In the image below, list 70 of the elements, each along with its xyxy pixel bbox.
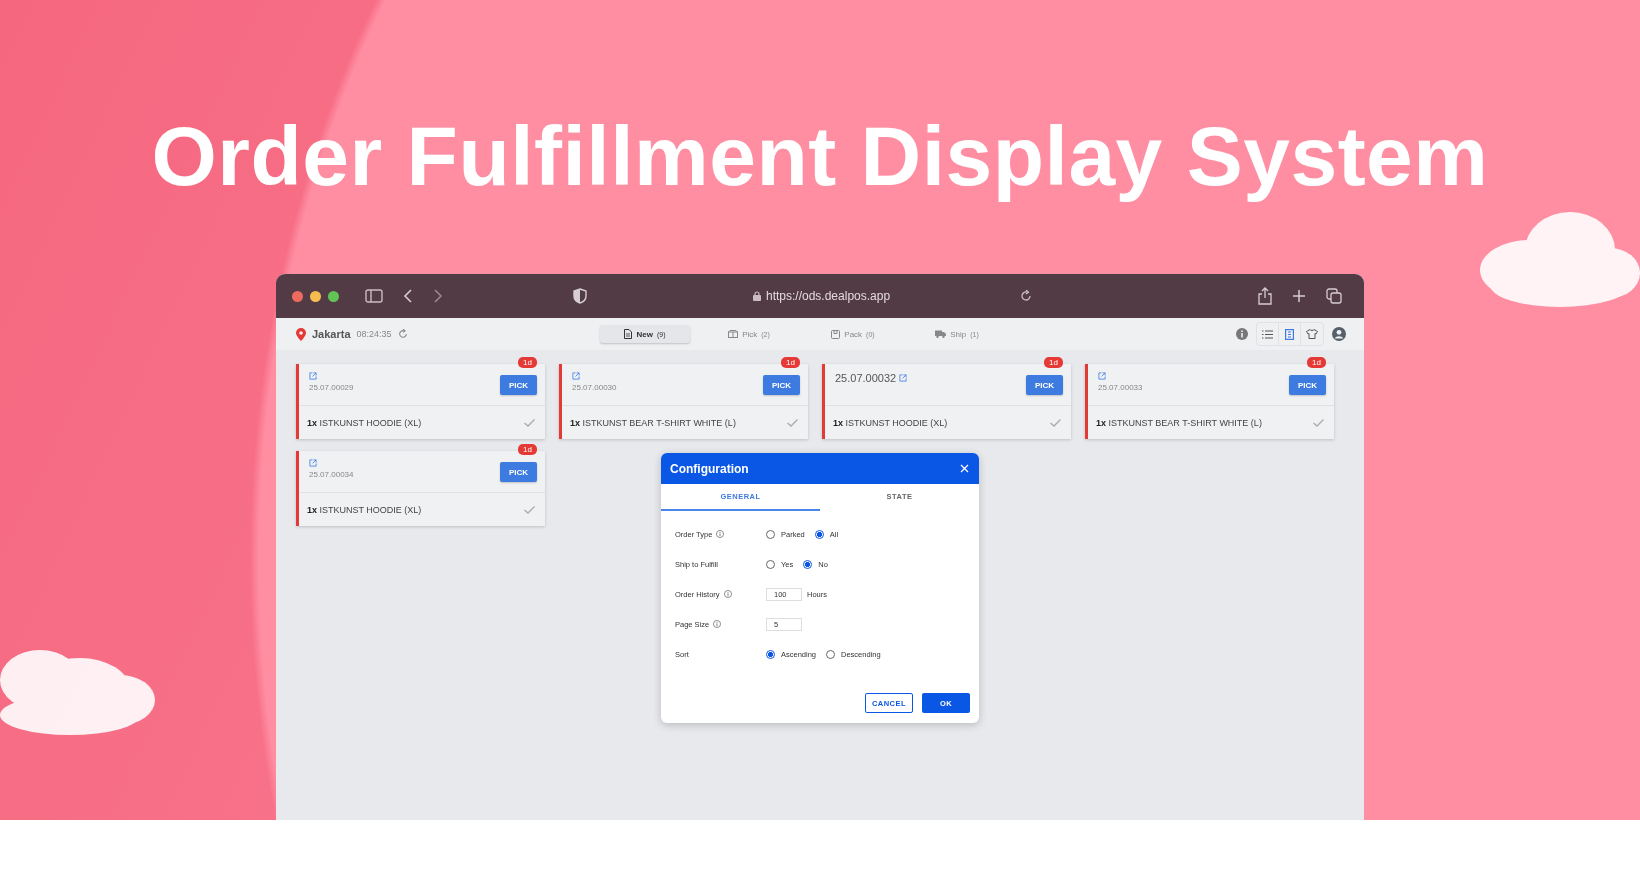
age-badge: 1d: [518, 444, 537, 455]
info-icon[interactable]: [713, 620, 722, 628]
lock-icon: [753, 291, 761, 301]
check-icon[interactable]: [524, 419, 535, 427]
location-name[interactable]: Jakarta: [312, 328, 351, 340]
age-badge: 1d: [1307, 357, 1326, 368]
minimize-icon[interactable]: [310, 290, 321, 302]
truck-icon: [935, 330, 947, 338]
avatar-icon[interactable]: [1332, 327, 1346, 341]
tabs-icon[interactable]: [1326, 288, 1343, 304]
pick-button[interactable]: PICK: [763, 375, 800, 395]
age-badge: 1d: [518, 357, 537, 368]
external-link-icon[interactable]: [572, 372, 580, 380]
order-number: 25.07.00032: [835, 372, 897, 384]
radio-button[interactable]: [814, 529, 824, 539]
info-icon[interactable]: [1236, 328, 1248, 340]
pick-button[interactable]: PICK: [1289, 375, 1326, 395]
plus-icon[interactable]: [1292, 289, 1307, 303]
close-icon[interactable]: [292, 290, 303, 302]
reload-icon[interactable]: [1020, 290, 1033, 302]
age-badge: 1d: [1044, 357, 1063, 368]
external-link-icon[interactable]: [309, 459, 317, 467]
order-number: 25.07.00030: [572, 383, 617, 392]
url-text[interactable]: https://ods.dealpos.app: [766, 289, 891, 303]
order-card[interactable]: 25.07.00032 PICK 1x ISTKUNST HOODIE (XL): [822, 364, 1071, 439]
order-item: 1x ISTKUNST BEAR T-SHIRT WHITE (L): [570, 418, 736, 428]
radio-button[interactable]: [803, 559, 813, 569]
order-card[interactable]: 25.07.00033 PICK 1x ISTKUNST BEAR T-SHIRT WHITE (L): [1085, 364, 1334, 439]
shirt-icon: [1306, 329, 1318, 339]
order-item: 1x ISTKUNST BEAR T-SHIRT WHITE (L): [1096, 418, 1262, 428]
external-link-icon[interactable]: [1098, 372, 1106, 380]
pick-button[interactable]: PICK: [500, 375, 537, 395]
maximize-icon[interactable]: [328, 290, 339, 302]
sidebar-icon[interactable]: [365, 289, 383, 303]
radio-button[interactable]: [766, 649, 775, 659]
check-icon[interactable]: [1050, 419, 1061, 427]
board-icon: [1285, 328, 1294, 340]
document-icon: [624, 329, 633, 339]
order-item: 1x ISTKUNST HOODIE (XL): [833, 418, 948, 428]
order-number: 25.07.00033: [1098, 383, 1143, 392]
check-icon[interactable]: [787, 419, 798, 427]
order-item: 1x ISTKUNST HOODIE (XL): [307, 505, 422, 515]
back-icon[interactable]: [403, 289, 413, 303]
refresh-icon[interactable]: [397, 329, 408, 339]
info-icon[interactable]: [723, 590, 732, 598]
order-card[interactable]: 25.07.00030 PICK 1x ISTKUNST BEAR T-SHIRT WHITE (L): [559, 364, 808, 439]
share-icon[interactable]: [1258, 287, 1273, 305]
pick-button[interactable]: PICK: [500, 462, 537, 482]
forward-icon[interactable]: [433, 289, 443, 303]
order-number: 25.07.00029: [309, 383, 354, 392]
package-icon: [831, 329, 841, 339]
close-icon[interactable]: [960, 464, 969, 473]
box-icon: [728, 330, 739, 338]
page-title: Order Fulfillment Display System: [151, 108, 1489, 205]
location-pin-icon: [296, 327, 306, 341]
check-icon[interactable]: [524, 506, 535, 514]
age-badge: 1d: [781, 357, 800, 368]
dialog-title: Configuration: [670, 461, 749, 476]
pick-button[interactable]: PICK: [1026, 375, 1063, 395]
list-icon: [1262, 329, 1273, 339]
order-item: 1x ISTKUNST HOODIE (XL): [307, 418, 422, 428]
order-card[interactable]: 25.07.00029 PICK 1x ISTKUNST HOODIE (XL): [296, 364, 545, 439]
clock-time: 08:24:35: [356, 329, 392, 339]
shield-icon[interactable]: [573, 288, 587, 304]
info-icon[interactable]: [716, 530, 725, 538]
check-icon[interactable]: [1313, 419, 1324, 427]
order-number: 25.07.00034: [309, 470, 354, 479]
external-link-icon[interactable]: [309, 372, 317, 380]
order-card[interactable]: 25.07.00034 PICK 1x ISTKUNST HOODIE (XL): [296, 451, 545, 526]
external-link-icon[interactable]: [899, 374, 908, 382]
